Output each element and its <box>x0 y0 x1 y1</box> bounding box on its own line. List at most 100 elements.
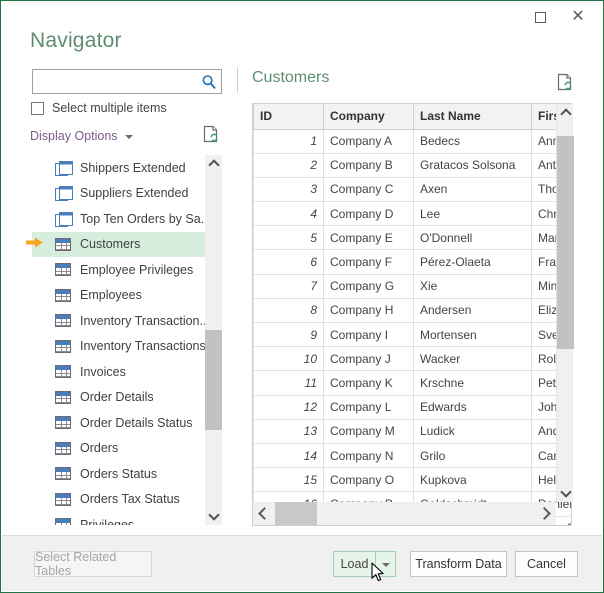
table-icon <box>55 493 71 506</box>
table-row[interactable]: 12Company LEdwardsJohn <box>254 395 573 419</box>
table-cell: 7 <box>254 274 324 298</box>
tree-item-orders-tax-status[interactable]: Orders Tax Status <box>32 487 222 513</box>
mouse-cursor <box>371 562 385 583</box>
tree-item-inventory-transaction[interactable]: Inventory Transaction... <box>32 308 222 334</box>
search-icon[interactable] <box>201 74 217 90</box>
table-row[interactable]: 3Company CAxenThoma <box>254 177 573 201</box>
grid-vertical-scrollbar[interactable] <box>556 104 573 502</box>
table-cell: 9 <box>254 323 324 347</box>
table-row[interactable]: 10Company JWackerRoland <box>254 347 573 371</box>
preview-table: IDCompanyLast NameFirst Nam 1Company ABe… <box>253 104 572 526</box>
table-row[interactable]: 11Company KKrschnePeter <box>254 371 573 395</box>
select-multiple-items-checkbox[interactable] <box>31 102 44 115</box>
tree-vertical-scrollbar[interactable] <box>205 155 222 525</box>
tree-item-label: Suppliers Extended <box>80 186 188 200</box>
table-cell: Company F <box>324 250 414 274</box>
column-header[interactable]: ID <box>254 104 324 129</box>
table-row[interactable]: 15Company OKupkovaHelena <box>254 468 573 492</box>
close-button[interactable]: ✕ <box>558 2 598 32</box>
tree-scrollbar-thumb[interactable] <box>205 330 222 430</box>
tree-scroll-down-button[interactable] <box>205 508 222 525</box>
grid-scrollbar-thumb[interactable] <box>557 136 574 349</box>
tree-item-shippers-extended[interactable]: Shippers Extended <box>32 155 222 181</box>
tree-item-orders[interactable]: Orders <box>32 436 222 462</box>
grid-scroll-down-button[interactable] <box>557 485 574 502</box>
grid-scroll-up-button[interactable] <box>557 104 574 121</box>
page-title: Navigator <box>30 29 122 53</box>
tree-item-privileges[interactable]: Privileges <box>32 512 222 525</box>
data-preview-grid[interactable]: IDCompanyLast NameFirst Nam 1Company ABe… <box>252 103 572 526</box>
object-tree[interactable]: Shippers Extended Suppliers Extended Top T… <box>32 155 222 525</box>
table-cell: 11 <box>254 371 324 395</box>
table-body: 1Company ABedecsAnna2Company BGratacos S… <box>254 129 573 526</box>
table-row[interactable]: 7Company GXieMing-Y <box>254 274 573 298</box>
view-icon <box>55 161 71 175</box>
table-cell: Kupkova <box>414 468 532 492</box>
tree-item-order-details-status[interactable]: Order Details Status <box>32 410 222 436</box>
table-icon <box>55 238 71 251</box>
select-related-tables-button[interactable]: Select Related Tables <box>34 551 152 577</box>
table-cell: Company H <box>324 298 414 322</box>
load-button-group[interactable]: Load <box>333 551 396 577</box>
grid-scroll-right-button[interactable] <box>536 502 556 525</box>
table-cell: 14 <box>254 443 324 467</box>
cancel-button[interactable]: Cancel <box>515 551 578 577</box>
tree-item-employees[interactable]: Employees <box>32 283 222 309</box>
table-cell: Edwards <box>414 395 532 419</box>
tree-item-label: Inventory Transaction... <box>80 314 210 328</box>
table-row[interactable]: 6Company FPérez-OlaetaFranci <box>254 250 573 274</box>
select-multiple-items-label: Select multiple items <box>52 101 167 115</box>
table-row[interactable]: 14Company NGriloCarlos <box>254 443 573 467</box>
table-cell: 10 <box>254 347 324 371</box>
table-cell: Company G <box>324 274 414 298</box>
select-multiple-items-row[interactable]: Select multiple items <box>31 101 167 115</box>
search-box[interactable] <box>32 69 222 94</box>
table-row[interactable]: 9Company IMortensenSven <box>254 323 573 347</box>
tree-item-customers[interactable]: Customers <box>32 232 222 258</box>
table-row[interactable]: 4Company DLeeChristi <box>254 202 573 226</box>
maximize-button[interactable] <box>520 2 560 32</box>
table-row[interactable]: 8Company HAndersenElizabe <box>254 298 573 322</box>
display-options-dropdown[interactable]: Display Options <box>30 129 133 143</box>
tree-item-order-details[interactable]: Order Details <box>32 385 222 411</box>
table-cell: Gratacos Solsona <box>414 153 532 177</box>
tree-item-suppliers-extended[interactable]: Suppliers Extended <box>32 181 222 207</box>
table-icon <box>55 442 71 455</box>
refresh-document-icon-preview[interactable] <box>557 73 573 91</box>
orange-arrow-marker-icon <box>26 237 44 248</box>
grid-hscrollbar-thumb[interactable] <box>275 502 317 525</box>
table-cell: Lee <box>414 202 532 226</box>
search-input[interactable] <box>37 70 197 93</box>
tree-scroll-up-button[interactable] <box>205 155 222 172</box>
chevron-down-icon <box>208 509 219 520</box>
tree-item-inventory-transactions[interactable]: Inventory Transactions <box>32 334 222 360</box>
table-row[interactable]: 5Company EO'DonnellMartin <box>254 226 573 250</box>
view-icon <box>55 186 71 200</box>
table-row[interactable]: 1Company ABedecsAnna <box>254 129 573 153</box>
tree-item-orders-status[interactable]: Orders Status <box>32 461 222 487</box>
table-icon <box>55 340 71 353</box>
table-cell: 8 <box>254 298 324 322</box>
tree-item-label: Orders <box>80 441 118 455</box>
transform-data-button[interactable]: Transform Data <box>410 551 507 577</box>
tree-item-top-ten-orders-by-sa[interactable]: Top Ten Orders by Sa... <box>32 206 222 232</box>
chevron-up-icon <box>560 108 571 119</box>
table-row[interactable]: 2Company BGratacos SolsonaAnton <box>254 153 573 177</box>
table-cell: Xie <box>414 274 532 298</box>
table-cell: Grilo <box>414 443 532 467</box>
tree-item-label: Customers <box>80 237 140 251</box>
grid-scroll-left-button[interactable] <box>253 502 273 525</box>
load-button[interactable]: Load <box>334 552 376 576</box>
column-header[interactable]: Last Name <box>414 104 532 129</box>
grid-horizontal-scrollbar[interactable] <box>253 502 556 525</box>
table-cell: Company O <box>324 468 414 492</box>
tree-item-invoices[interactable]: Invoices <box>32 359 222 385</box>
table-row[interactable]: 13Company MLudickAndre <box>254 419 573 443</box>
display-options-label: Display Options <box>30 129 118 143</box>
refresh-document-icon-tree[interactable] <box>203 125 219 143</box>
tree-item-employee-privileges[interactable]: Employee Privileges <box>32 257 222 283</box>
table-cell: 3 <box>254 177 324 201</box>
table-cell: Company N <box>324 443 414 467</box>
tree-item-label: Invoices <box>80 365 126 379</box>
column-header[interactable]: Company <box>324 104 414 129</box>
